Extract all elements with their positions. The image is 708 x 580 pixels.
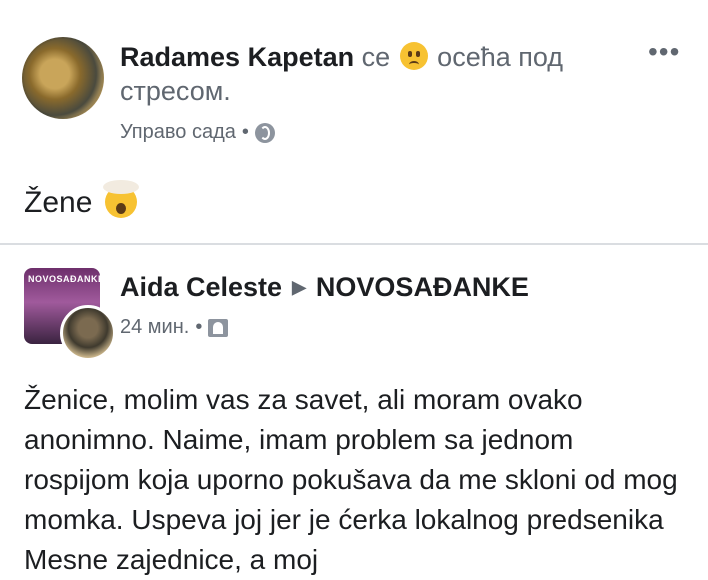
meta-separator: • (195, 316, 203, 338)
author-name[interactable]: Aida Celeste (120, 272, 282, 303)
shared-post-header: Aida Celeste ▶ NOVOSAĐANKE (120, 272, 529, 303)
feed-post: Radames Kapetan се осећа под стресом. Уп… (0, 0, 708, 243)
author-avatar[interactable] (22, 37, 104, 119)
more-options-button[interactable]: ••• (648, 36, 680, 68)
feeling-prefix: се (361, 42, 391, 72)
shared-post-body: Ženice, molim vas za savet, ali moram ov… (24, 384, 678, 575)
post-text: Žene (24, 180, 139, 220)
group-thumb-label: NOVOSAĐANKE (28, 274, 100, 284)
post-meta: Управо сада • (120, 121, 275, 144)
worried-face-icon (399, 42, 428, 70)
post-header: Radames Kapetan се осећа под стресом. (120, 40, 640, 108)
arrow-right-icon: ▶ (292, 277, 306, 297)
group-name[interactable]: NOVOSAĐANKE (316, 272, 529, 303)
author-name[interactable]: Radames Kapetan (120, 42, 354, 72)
post-timestamp[interactable]: 24 мин. (120, 316, 189, 339)
post-timestamp[interactable]: Управо сада (120, 121, 236, 144)
meta-separator: • (241, 121, 249, 143)
group-members-icon[interactable] (208, 318, 229, 337)
globe-icon[interactable] (254, 122, 275, 143)
author-avatar[interactable] (60, 305, 116, 361)
post-text-content: Žene (24, 186, 93, 219)
shared-post-meta: 24 мин. • (120, 316, 229, 339)
exploding-head-icon (102, 180, 139, 218)
